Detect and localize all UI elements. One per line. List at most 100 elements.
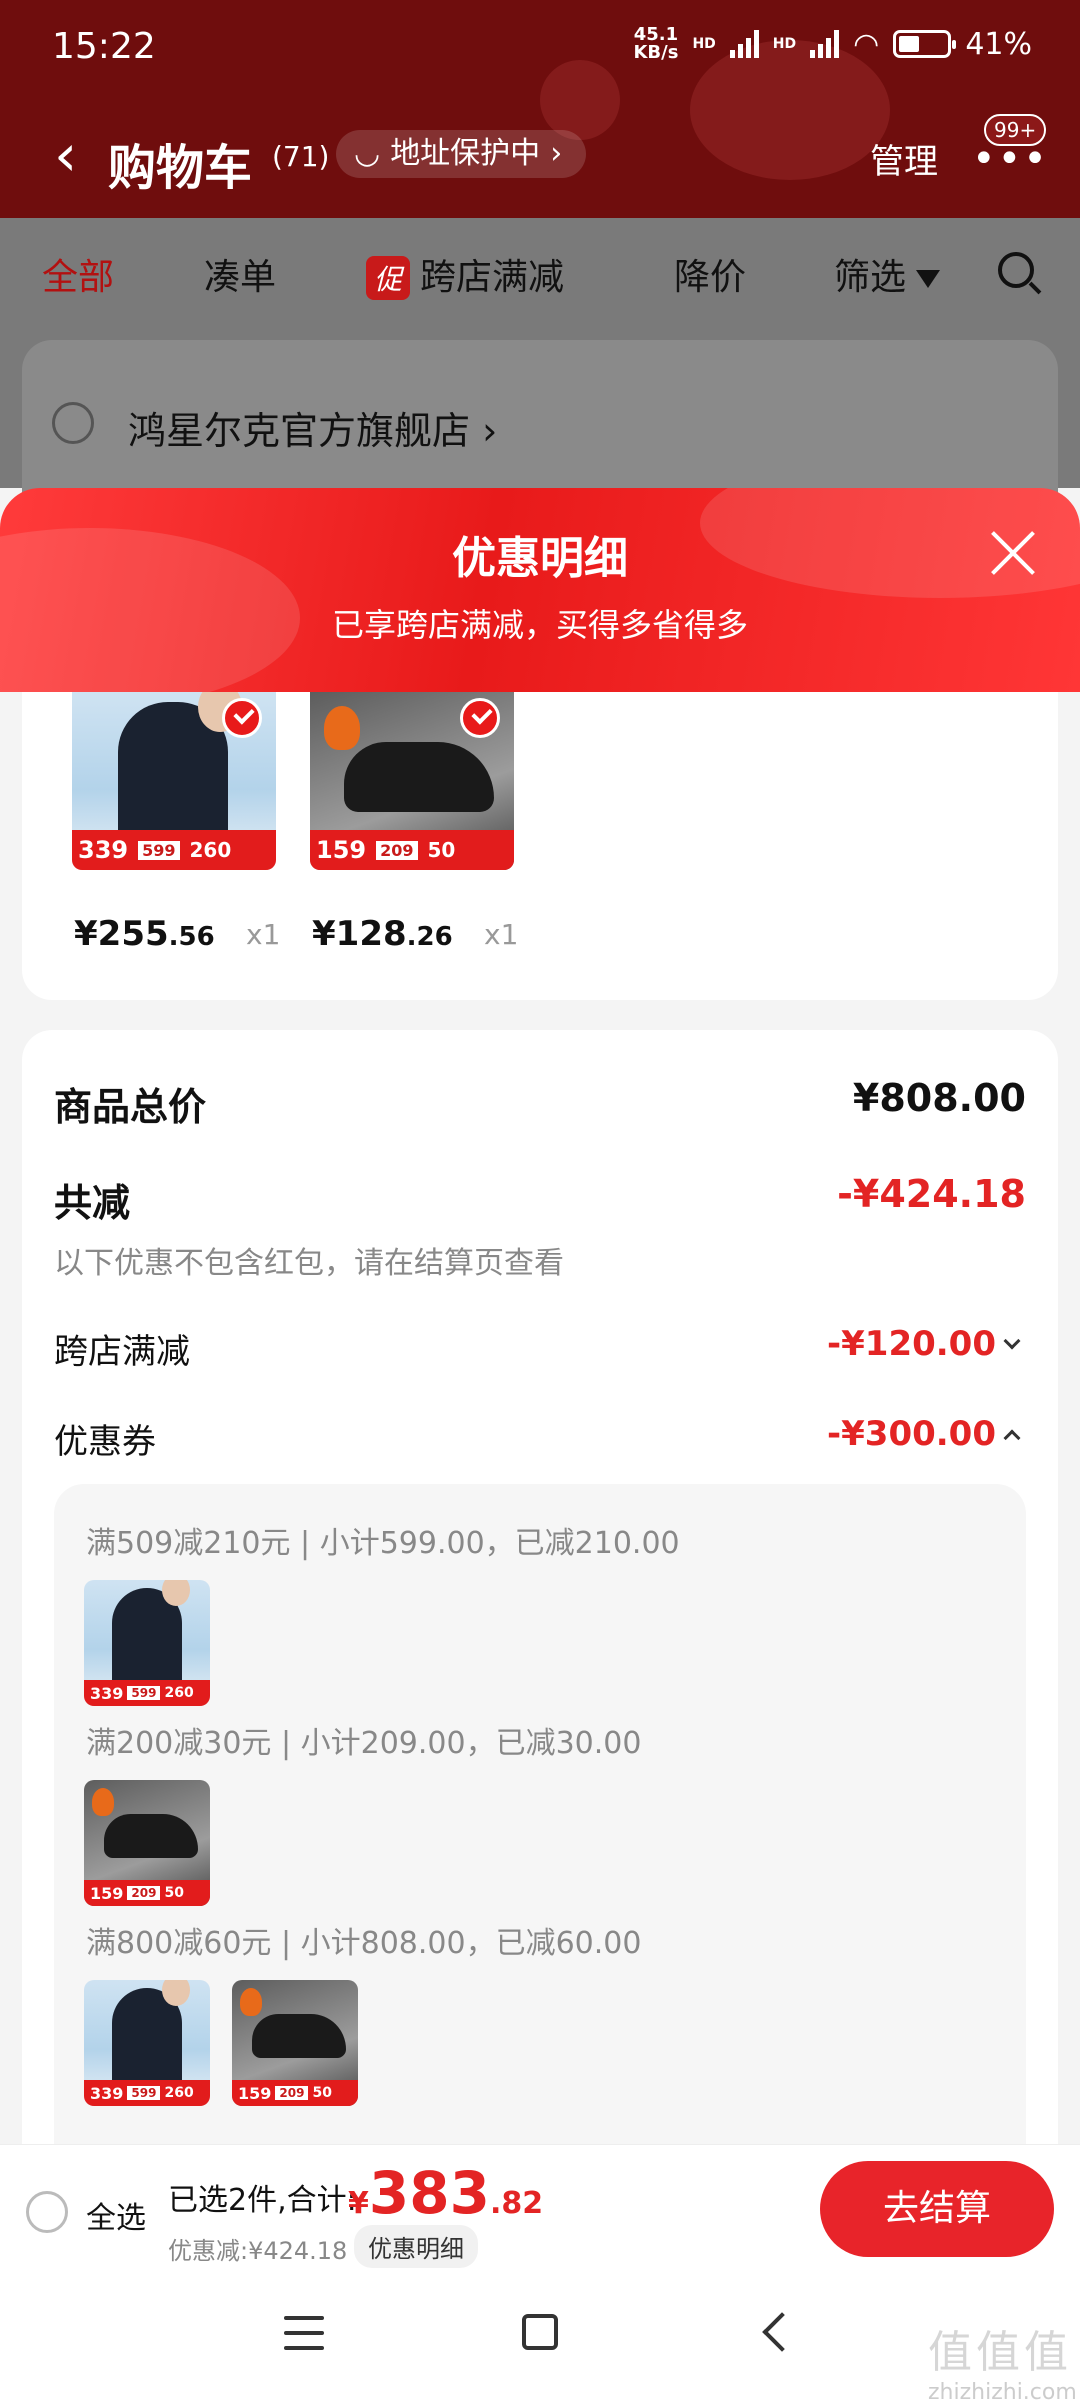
status-bar: 15:22 45.1 KB/s HD HD ◠ 41% bbox=[0, 0, 1080, 96]
home-icon[interactable] bbox=[522, 2314, 558, 2350]
close-icon[interactable] bbox=[988, 528, 1038, 578]
price-tag: 159 209 50 bbox=[310, 830, 514, 870]
discount-summary: 优惠减:¥424.18 bbox=[168, 2237, 348, 2265]
tag-orig: 599 bbox=[127, 2086, 161, 2100]
watermark-logo: 值值值 bbox=[928, 2327, 1072, 2378]
total-dec: .82 bbox=[489, 2186, 544, 2221]
tag-price: 339 bbox=[90, 2083, 124, 2103]
wifi-icon: ◠ bbox=[853, 26, 880, 62]
total-price: ¥383.82 bbox=[348, 2159, 543, 2227]
checkout-button[interactable]: 去结算 bbox=[820, 2161, 1054, 2257]
cart-count: (71) bbox=[272, 140, 330, 173]
price-int: ¥255 bbox=[74, 914, 169, 954]
tab-filter[interactable]: 筛选 bbox=[834, 248, 941, 300]
tab-cross-store-label: 跨店满减 bbox=[420, 257, 565, 298]
filter-icon bbox=[916, 270, 941, 288]
flame-icon bbox=[324, 706, 360, 750]
hd-label: HD bbox=[772, 36, 797, 52]
cross-store-value: -¥120.00 bbox=[827, 1324, 996, 1364]
product-image-jacket[interactable]: 339 599 260 bbox=[72, 692, 276, 870]
back-nav-icon[interactable] bbox=[762, 2312, 802, 2352]
cross-store-row[interactable]: -¥120.00 bbox=[827, 1324, 1021, 1364]
tab-filter-label: 筛选 bbox=[834, 257, 907, 298]
cross-store-label: 跨店满减 bbox=[54, 1332, 190, 1372]
tag-orig: 599 bbox=[127, 1686, 161, 1700]
address-protection-pill[interactable]: ◡ 地址保护中 › bbox=[336, 130, 587, 178]
watermark: 值值值 zhizhizhi.com bbox=[928, 2316, 1077, 2400]
store-name-label: 鸿星尔克官方旗舰店 bbox=[128, 409, 471, 453]
net-speed: 45.1 KB/s bbox=[633, 26, 678, 62]
product-price: ¥128.26 bbox=[312, 914, 453, 954]
tab-cross-store[interactable]: 促跨店满减 bbox=[366, 248, 564, 300]
checked-icon[interactable] bbox=[460, 698, 500, 738]
price-tag: 339 599 260 bbox=[72, 830, 276, 870]
tab-price-drop[interactable]: 降价 bbox=[674, 248, 746, 300]
total-value: ¥808.00 bbox=[852, 1076, 1026, 1120]
coupon-item-jacket[interactable]: 339 599 260 bbox=[84, 1580, 210, 1706]
price-tag: 339 599 260 bbox=[84, 2080, 210, 2106]
chevron-down-icon bbox=[1003, 1332, 1021, 1349]
filter-tabs: 全部 凑单 促跨店满减 降价 筛选 bbox=[0, 218, 1080, 328]
tag-orig: 209 bbox=[376, 840, 418, 860]
store-select-radio[interactable] bbox=[52, 402, 94, 444]
tag-orig: 209 bbox=[275, 2086, 309, 2100]
page-title: 购物车 bbox=[108, 140, 253, 196]
address-protection-label: 地址保护中 bbox=[390, 136, 541, 171]
menu-icon[interactable] bbox=[284, 2316, 324, 2350]
discount-note: 以下优惠不包含红包，请在结算页查看 bbox=[54, 1246, 564, 1281]
checkout-bar: 全选 已选2件,合计: ¥383.82 优惠减:¥424.18 优惠明细 去结算 bbox=[0, 2144, 1080, 2272]
discount-label: 共减 bbox=[54, 1181, 131, 1225]
tag-orig: 599 bbox=[138, 840, 180, 860]
battery-level: 41% bbox=[965, 26, 1032, 62]
tag-cut: 50 bbox=[312, 2085, 332, 2101]
shoe-figure bbox=[344, 742, 494, 812]
coupon-row[interactable]: -¥300.00 bbox=[827, 1414, 1021, 1454]
coupon-rule: 满200减30元 | 小计209.00，已减30.00 bbox=[86, 1726, 642, 1761]
discount-value: -¥424.18 bbox=[837, 1172, 1026, 1216]
coupon-item-shoe[interactable]: 159 209 50 bbox=[232, 1980, 358, 2106]
status-icons: 45.1 KB/s HD HD ◠ 41% bbox=[633, 26, 1032, 62]
tag-price: 159 bbox=[90, 1883, 124, 1903]
discount-detail-button[interactable]: 优惠明细 bbox=[354, 2225, 478, 2268]
tag-price: 339 bbox=[90, 1683, 124, 1703]
tab-all[interactable]: 全部 bbox=[42, 248, 114, 300]
price-tag: 339 599 260 bbox=[84, 1680, 210, 1706]
tag-cut: 50 bbox=[427, 838, 456, 862]
tag-cut: 260 bbox=[189, 838, 232, 862]
select-all-label[interactable]: 全选 bbox=[86, 2193, 146, 2237]
tag-orig: 209 bbox=[127, 1886, 161, 1900]
checked-icon[interactable] bbox=[222, 698, 262, 738]
tag-cut: 50 bbox=[164, 1885, 184, 1901]
message-badge: 99+ bbox=[984, 114, 1047, 146]
hd-label: HD bbox=[692, 36, 716, 52]
sheet-subtitle: 已享跨店满减，买得多省得多 bbox=[331, 606, 748, 644]
shoe-figure bbox=[252, 2014, 346, 2058]
chevron-right-icon: › bbox=[550, 136, 563, 171]
product-image-shoe[interactable]: 159 209 50 bbox=[310, 692, 514, 870]
tag-price: 339 bbox=[78, 836, 129, 864]
flame-icon bbox=[240, 1988, 262, 2016]
selected-summary: 已选2件,合计: bbox=[168, 2183, 357, 2218]
store-name[interactable]: 鸿星尔克官方旗舰店 › bbox=[128, 400, 497, 455]
coupon-item-jacket[interactable]: 339 599 260 bbox=[84, 1980, 210, 2106]
coupon-rule: 满800减60元 | 小计808.00，已减60.00 bbox=[86, 1926, 642, 1961]
product-price: ¥255.56 bbox=[74, 914, 215, 954]
price-tag: 159 209 50 bbox=[232, 2080, 358, 2106]
tag-cut: 260 bbox=[164, 2085, 194, 2101]
tab-bundle[interactable]: 凑单 bbox=[204, 248, 276, 300]
manage-button[interactable]: 管理 bbox=[870, 134, 938, 183]
tag-cut: 260 bbox=[164, 1685, 194, 1701]
search-icon[interactable] bbox=[998, 252, 1034, 288]
flame-icon bbox=[92, 1788, 114, 1816]
sheet-title: 优惠明细 bbox=[452, 533, 628, 584]
tag-price: 159 bbox=[238, 2083, 272, 2103]
watermark-url: zhizhizhi.com bbox=[928, 2380, 1077, 2400]
select-all-radio[interactable] bbox=[26, 2191, 68, 2233]
price-int: ¥128 bbox=[312, 914, 407, 954]
coupon-item-shoe[interactable]: 159 209 50 bbox=[84, 1780, 210, 1906]
coupon-rule: 满509减210元 | 小计599.00，已减210.00 bbox=[86, 1526, 680, 1561]
promo-badge: 促 bbox=[366, 256, 411, 300]
signal-icon bbox=[729, 30, 759, 58]
back-icon[interactable]: ‹ bbox=[54, 126, 77, 184]
product-qty: x1 bbox=[484, 918, 519, 951]
